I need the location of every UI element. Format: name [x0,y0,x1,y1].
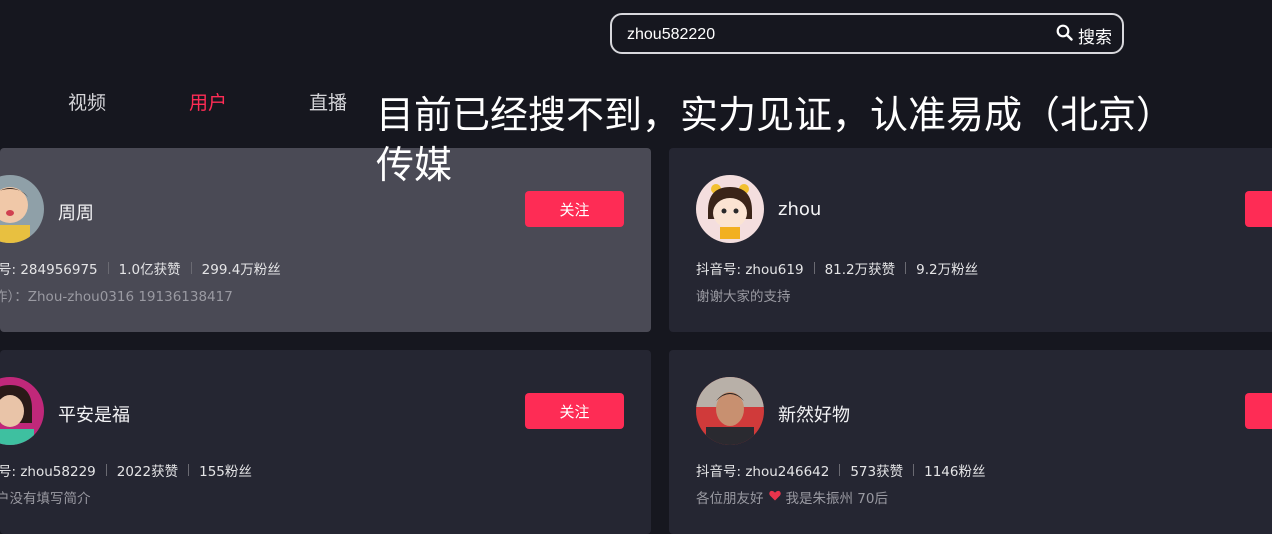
divider [107,262,109,274]
user-stats: 抖音号: zhou619 81.2万获赞 9.2万粉丝 [696,258,978,278]
avatar [696,377,764,445]
avatar [0,377,44,445]
search-icon [1056,24,1073,46]
divider [813,262,815,274]
user-card[interactable]: 平安是福 关注 号: zhou58229 2022获赞 155粉丝 户没有填写简… [0,350,651,534]
divider [190,262,192,274]
douyin-id: 抖音号: zhou619 [696,262,804,278]
user-bio: 作）：Zhou-zhou0316 19136138417 [0,285,233,305]
search-bar: 搜索 [610,13,1124,54]
user-name[interactable]: 新然好物 [778,401,850,427]
douyin-id: 号: zhou58229 [0,464,96,480]
user-bio: 户没有填写简介 [0,487,91,507]
user-stats: 抖音号: zhou246642 573获赞 1146粉丝 [696,460,985,480]
avatar [0,175,44,243]
bio-text: 作）：Zhou-zhou0316 19136138417 [0,289,233,305]
likes-count: 1.0亿获赞 [118,262,181,278]
user-card[interactable]: 新然好物 关注 抖音号: zhou246642 573获赞 1146粉丝 各位朋… [669,350,1272,534]
search-button[interactable]: 搜索 [1056,23,1112,48]
bio-text: 谢谢大家的支持 [696,289,791,305]
likes-count: 81.2万获赞 [824,262,896,278]
follow-button[interactable]: 关注 [525,191,624,227]
likes-count: 573获赞 [850,464,904,480]
douyin-id: 抖音号: zhou246642 [696,464,830,480]
overlay-caption: 目前已经搜不到，实力见证，认准易成（北京） 传媒 [376,93,1175,187]
fans-count: 299.4万粉丝 [201,262,281,278]
tab-videos[interactable]: 视频 [68,88,106,115]
fans-count: 155粉丝 [199,464,252,480]
user-stats: 号: 284956975 1.0亿获赞 299.4万粉丝 [0,258,281,278]
follow-button[interactable]: 关注 [525,393,624,429]
douyin-id: 号: 284956975 [0,262,98,278]
fans-count: 1146粉丝 [924,464,986,480]
user-bio: 各位朋友好 我是朱振州 70后 [696,487,888,507]
likes-count: 2022获赞 [116,464,179,480]
heart-icon [768,489,781,505]
user-bio: 谢谢大家的支持 [696,285,791,305]
follow-button[interactable]: 关注 [1245,191,1272,227]
divider [188,464,190,476]
bio-text: 户没有填写简介 [0,491,91,507]
user-name[interactable]: zhou [778,199,821,220]
user-name[interactable]: 平安是福 [58,401,130,427]
divider [839,464,841,476]
search-input[interactable] [625,22,1049,48]
tab-live[interactable]: 直播 [309,88,347,115]
divider [905,262,907,274]
tab-users[interactable]: 用户 [189,88,227,115]
user-stats: 号: zhou58229 2022获赞 155粉丝 [0,460,252,480]
bio-text-end: 我是朱振州 70后 [785,491,888,507]
bio-text-start: 各位朋友好 [696,491,764,507]
user-name[interactable]: 周周 [58,199,94,225]
divider [913,464,915,476]
search-button-label: 搜索 [1078,27,1112,48]
follow-button[interactable]: 关注 [1245,393,1272,429]
fans-count: 9.2万粉丝 [916,262,979,278]
divider [105,464,107,476]
